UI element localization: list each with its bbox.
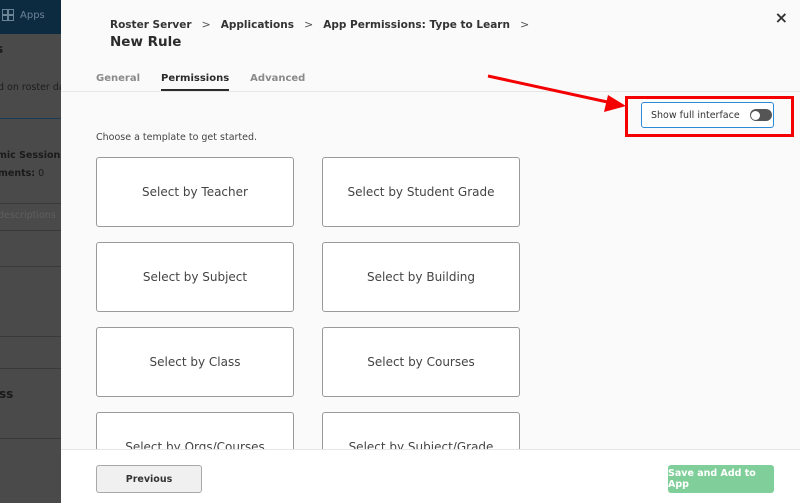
template-grid: Select by Teacher Select by Student Grad… <box>96 157 520 482</box>
background-description: d on roster da <box>0 82 61 93</box>
apps-grid-icon <box>2 9 14 21</box>
background-divider <box>0 336 61 337</box>
toggle-label: Show full interface <box>651 109 740 121</box>
toggle-knob <box>751 110 761 120</box>
breadcrumb-app-permissions[interactable]: App Permissions: Type to Learn <box>323 19 510 31</box>
new-rule-panel: × Roster Server > Applications > App Per… <box>61 0 800 503</box>
template-select-by-student-grade[interactable]: Select by Student Grade <box>322 157 520 227</box>
save-and-add-button[interactable]: Save and Add to App <box>668 465 774 493</box>
template-hint: Choose a template to get started. <box>96 132 258 143</box>
chevron-right-icon: > <box>303 18 314 31</box>
background-divider <box>0 266 61 267</box>
tab-permissions[interactable]: Permissions <box>161 73 230 91</box>
chevron-right-icon: > <box>519 18 530 31</box>
tabs-divider <box>61 91 800 92</box>
tab-bar: General Permissions Advanced <box>96 73 305 91</box>
tab-general[interactable]: General <box>96 73 140 91</box>
background-descriptions-input: descriptions <box>0 210 56 221</box>
close-icon[interactable]: × <box>775 8 788 27</box>
background-divider <box>0 118 61 119</box>
tab-advanced[interactable]: Advanced <box>250 73 305 91</box>
show-full-interface-toggle[interactable]: Show full interface <box>641 102 774 128</box>
chevron-right-icon: > <box>201 18 211 31</box>
background-divider <box>0 203 61 204</box>
modal-footer: Previous Save and Add to App <box>61 449 800 503</box>
background-divider <box>0 230 61 231</box>
breadcrumb-roster-server[interactable]: Roster Server <box>110 19 192 31</box>
template-select-by-subject[interactable]: Select by Subject <box>96 242 294 312</box>
background-app: Apps s d on roster da mic Sessions ments… <box>0 0 61 503</box>
comments-value: 0 <box>38 168 45 179</box>
background-divider <box>0 438 61 439</box>
template-select-by-class[interactable]: Select by Class <box>96 327 294 397</box>
apps-label: Apps <box>20 9 45 21</box>
previous-button[interactable]: Previous <box>96 465 202 493</box>
breadcrumb-applications[interactable]: Applications <box>221 19 294 31</box>
page-title: New Rule <box>110 34 182 50</box>
template-select-by-teacher[interactable]: Select by Teacher <box>96 157 294 227</box>
background-divider <box>0 368 61 369</box>
comments-label: ments: <box>0 168 36 179</box>
toggle-switch[interactable] <box>749 109 772 121</box>
background-sessions: mic Sessions <box>0 150 61 161</box>
template-select-by-building[interactable]: Select by Building <box>322 242 520 312</box>
background-title: s <box>0 42 3 56</box>
breadcrumb: Roster Server > Applications > App Permi… <box>110 18 539 31</box>
background-topbar: Apps <box>0 0 61 34</box>
template-select-by-courses[interactable]: Select by Courses <box>322 327 520 397</box>
background-comments: ments: 0 <box>0 168 44 179</box>
apps-menu: Apps <box>2 9 45 21</box>
background-section-title: ss <box>0 387 14 401</box>
